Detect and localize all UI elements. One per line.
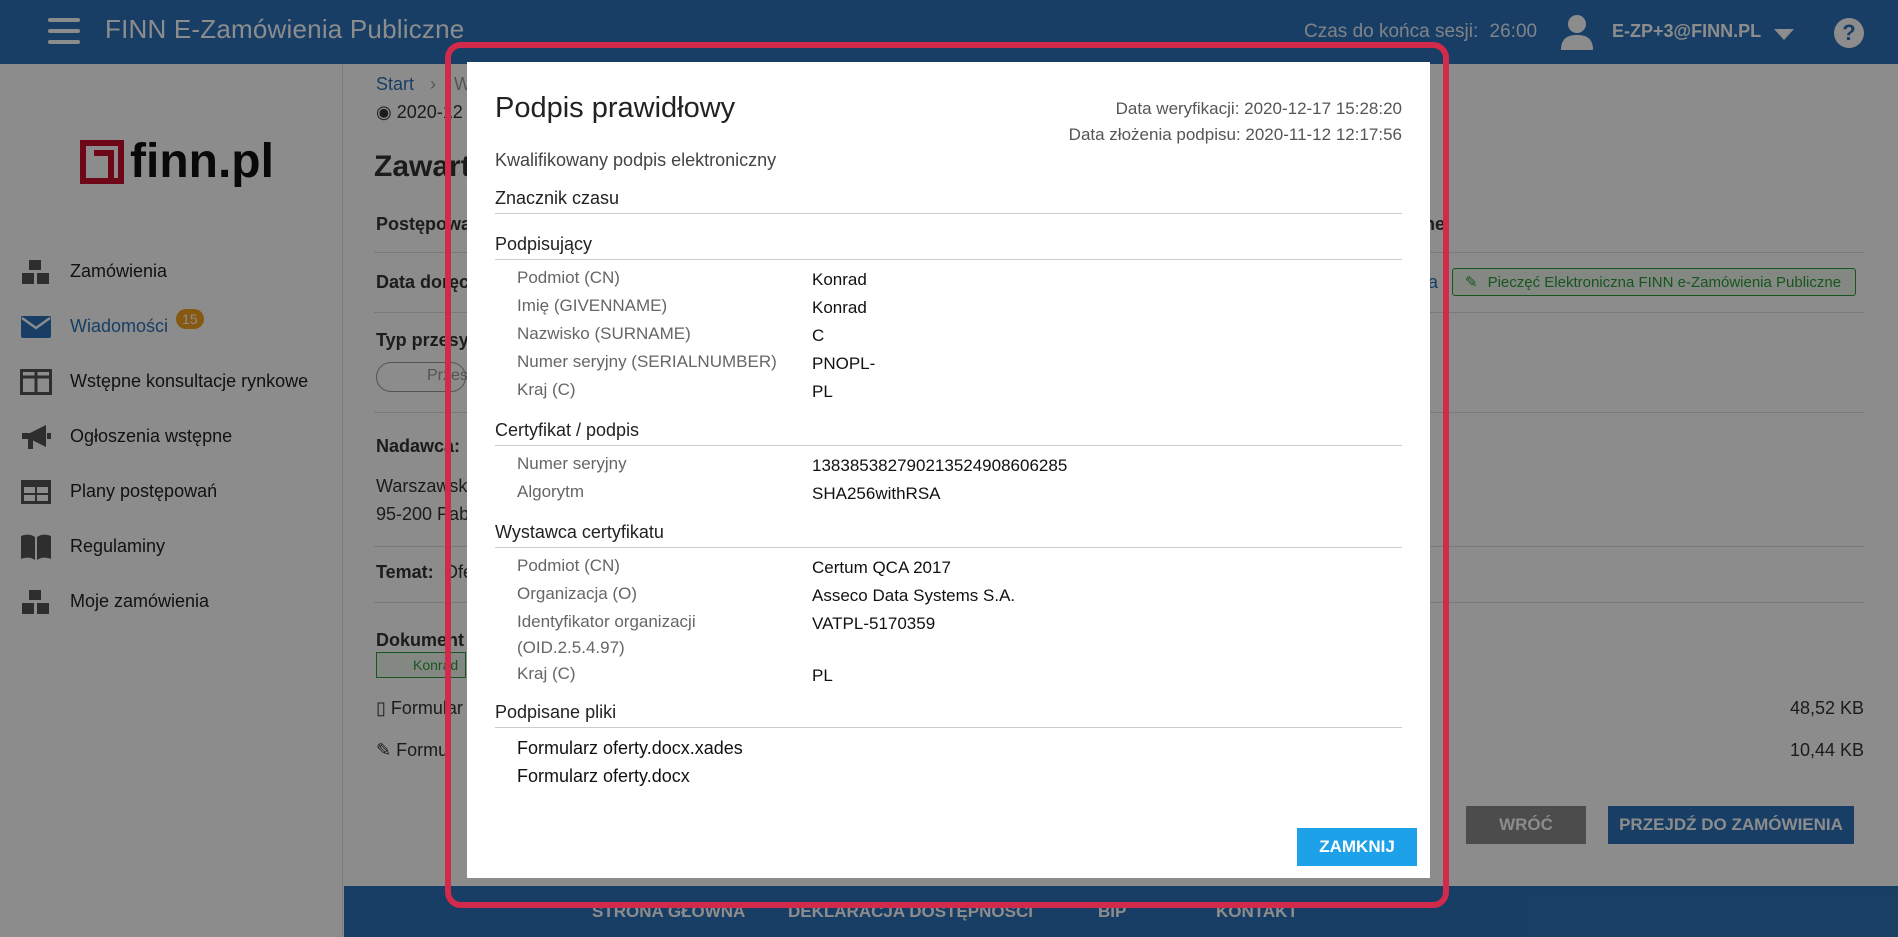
field-label: Numer seryjny (SERIALNUMBER) [517, 352, 777, 371]
signed-file-item: Formularz oferty.docx.xades [517, 738, 743, 758]
field-label: Identyfikator organizacji [517, 612, 696, 631]
field-label: Organizacja (O) [517, 584, 637, 603]
field-label: Kraj (C) [517, 380, 576, 399]
field-value: SHA256withRSA [812, 484, 941, 503]
close-button[interactable]: ZAMKNIJ [1297, 828, 1417, 866]
field-label-cont: (OID.2.5.4.97) [517, 638, 625, 657]
field-value: PL [812, 666, 833, 685]
section-issuer: Wystawca certyfikatu [495, 522, 1402, 548]
field-label: Numer seryjny [517, 454, 627, 473]
section-signer: Podpisujący [495, 234, 1402, 260]
field-value: Asseco Data Systems S.A. [812, 586, 1016, 605]
verification-date: Data weryfikacji: 2020-12-17 15:28:20 [1115, 99, 1402, 118]
field-label: Imię (GIVENNAME) [517, 296, 668, 315]
field-label: Kraj (C) [517, 664, 576, 683]
dialog-dates: Data weryfikacji: 2020-12-17 15:28:20 Da… [1069, 96, 1402, 148]
field-value: Konrad [812, 298, 867, 317]
field-value: C [812, 326, 825, 345]
field-label: Nazwisko (SURNAME) [517, 324, 691, 343]
field-value: VATPL-5170359 [812, 614, 936, 633]
field-value: PL [812, 382, 833, 401]
dialog-title: Podpis prawidłowy [495, 92, 736, 124]
signing-date: Data złożenia podpisu: 2020-11-12 12:17:… [1068, 125, 1402, 144]
field-label: Podmiot (CN) [517, 268, 620, 287]
section-signed-files: Podpisane pliki [495, 702, 1402, 728]
field-value: Certum QCA 2017 [812, 558, 951, 577]
field-value: PNOPL- [812, 354, 876, 373]
section-certificate: Certyfikat / podpis [495, 420, 1402, 446]
field-value: Konrad [812, 270, 867, 289]
dialog-subtitle: Kwalifikowany podpis elektroniczny [495, 150, 777, 170]
section-timestamp: Znacznik czasu [495, 188, 1402, 214]
field-value: 138385382790213524908606285 [812, 456, 1068, 475]
field-label: Algorytm [517, 482, 585, 501]
field-label: Podmiot (CN) [517, 556, 620, 575]
signed-file-item: Formularz oferty.docx [517, 766, 690, 786]
signature-dialog: Podpis prawidłowy Data weryfikacji: 2020… [467, 62, 1430, 878]
